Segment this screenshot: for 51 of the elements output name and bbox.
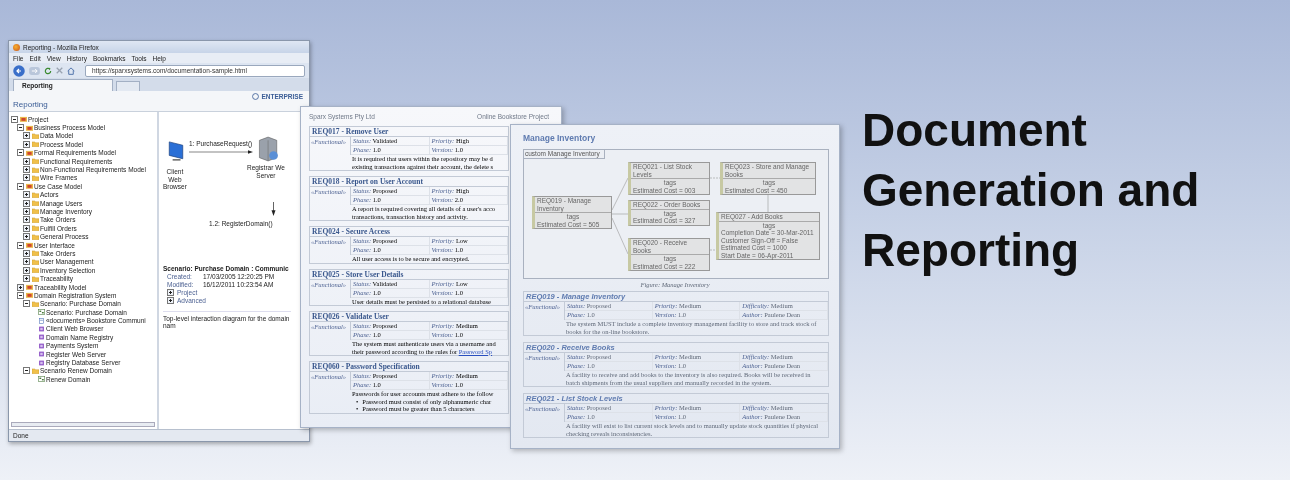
expand-toggle[interactable]: [23, 157, 30, 165]
page-title: Reporting: [13, 100, 48, 109]
diagram-icon: [37, 376, 45, 383]
expand-toggle[interactable]: [23, 216, 30, 224]
home-icon[interactable]: [67, 66, 75, 75]
expand-toggle[interactable]: [23, 191, 30, 199]
headline-text: Document: [862, 103, 1088, 158]
section-title: Manage Inventory: [523, 133, 597, 143]
back-icon[interactable]: [13, 64, 25, 77]
diagram-icon: [37, 309, 45, 316]
expand-toggle[interactable]: [17, 241, 24, 249]
expand-toggle[interactable]: [23, 224, 30, 232]
expand-toggle[interactable]: [23, 233, 30, 241]
expand-toggle[interactable]: [23, 132, 30, 140]
expand-toggle[interactable]: [17, 291, 24, 299]
package-icon: [25, 242, 33, 249]
monitor-icon: [167, 140, 185, 164]
logo-icon: [252, 93, 260, 100]
expand-toggle[interactable]: [17, 283, 24, 291]
package-icon: [25, 183, 33, 190]
expand-toggle[interactable]: [11, 115, 18, 123]
expand-toggle[interactable]: [17, 124, 24, 132]
expand-toggle[interactable]: [23, 266, 30, 274]
expand-toggle[interactable]: [23, 208, 30, 215]
reload-icon[interactable]: [44, 66, 52, 75]
expand-toggle[interactable]: [23, 300, 30, 308]
folder-icon: [31, 367, 39, 374]
connector-line: [611, 217, 629, 255]
element-icon: [37, 325, 45, 332]
headline-text: Reporting: [862, 223, 1081, 278]
connector-line: [611, 177, 629, 211]
expand-toggle[interactable]: [23, 258, 30, 266]
expand-toggle[interactable]: [23, 199, 30, 207]
package-icon: [25, 284, 33, 290]
expand-toggle[interactable]: [23, 367, 30, 375]
message-arrow: [189, 150, 253, 154]
browser-logo-icon: [13, 43, 20, 51]
expand-toggle[interactable]: [23, 275, 30, 283]
folder-icon: [31, 300, 39, 307]
headline-text: Generation and: [862, 163, 1200, 218]
expand-toggle[interactable]: [23, 249, 30, 257]
scrollbar[interactable]: [11, 422, 155, 427]
package-icon: [25, 292, 33, 299]
package-icon: [25, 149, 33, 156]
expand-toggle[interactable]: [17, 149, 24, 157]
expand-toggle[interactable]: [23, 140, 30, 148]
expand-toggle[interactable]: [23, 166, 30, 174]
down-arrow: [271, 202, 276, 216]
expand-toggle[interactable]: [17, 182, 24, 190]
expand-toggle[interactable]: [23, 174, 30, 182]
document-icon: [37, 317, 45, 324]
